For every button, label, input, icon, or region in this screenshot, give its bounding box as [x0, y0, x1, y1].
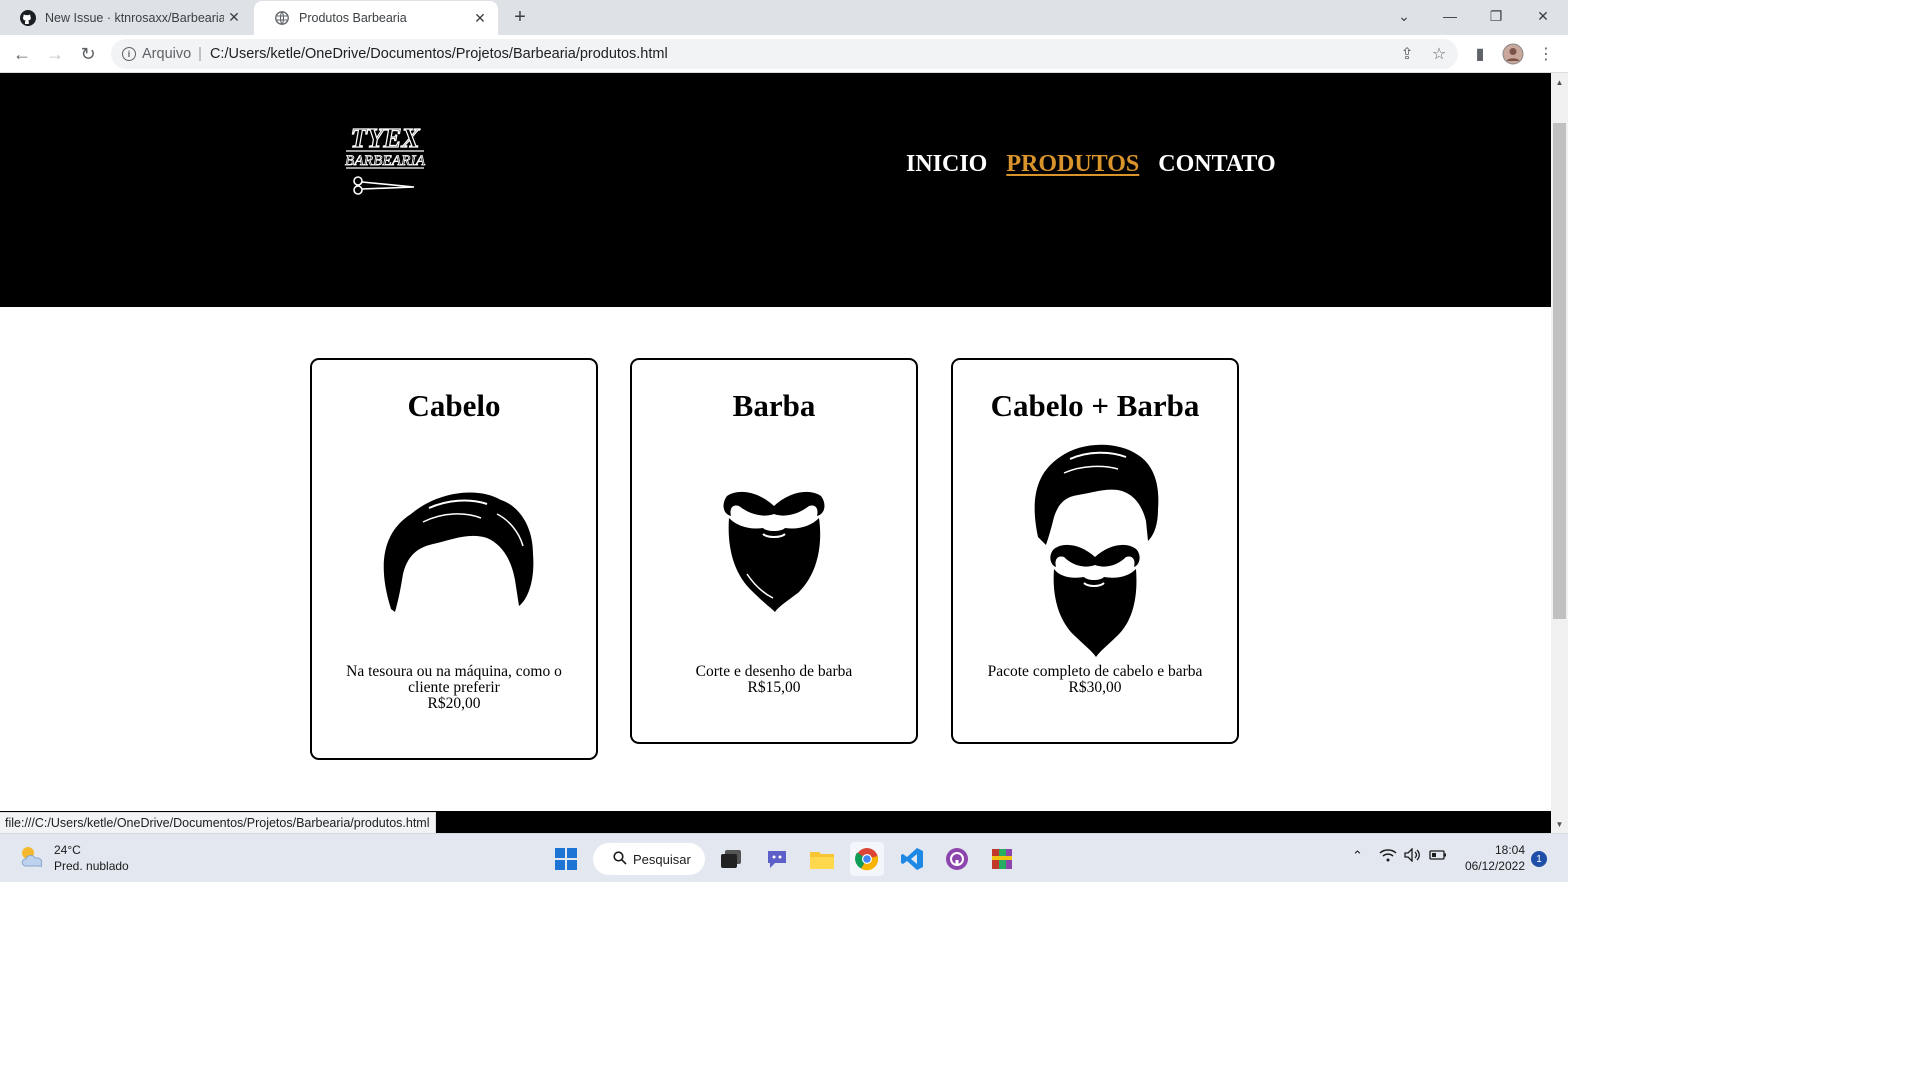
- product-title: Cabelo: [407, 388, 501, 423]
- weather-widget[interactable]: 24°C Pred. nublado: [18, 842, 129, 874]
- status-url: file:///C:/Users/ketle/OneDrive/Document…: [0, 812, 437, 833]
- nav-inicio[interactable]: INICIO: [906, 151, 987, 178]
- wifi-icon[interactable]: [1379, 848, 1397, 865]
- close-icon[interactable]: ✕: [224, 8, 244, 28]
- product-title: Barba: [732, 388, 816, 423]
- github-icon: [20, 9, 36, 26]
- product-description: Na tesoura ou na máquina, como o cliente…: [346, 663, 562, 696]
- taskbar: 24°C Pred. nublado Pesquisar ⌃ 18:04 06/…: [0, 833, 1568, 882]
- logo[interactable]: TYEX BARBEARIA: [340, 122, 430, 197]
- nav-produtos[interactable]: PRODUTOS: [1006, 151, 1139, 178]
- globe-icon: [274, 10, 290, 26]
- hair-and-beard-icon: [953, 424, 1237, 664]
- svg-text:BARBEARIA: BARBEARIA: [345, 153, 426, 169]
- svg-text:TYEX: TYEX: [350, 123, 420, 153]
- menu-icon[interactable]: ⋮: [1532, 40, 1560, 68]
- url-text: C:/Users/ketle/OneDrive/Documentos/Proje…: [209, 46, 668, 62]
- close-window-icon[interactable]: ✕: [1520, 0, 1566, 32]
- volume-icon[interactable]: [1404, 847, 1422, 865]
- chrome-icon[interactable]: [850, 842, 884, 876]
- product-card-cabelo-barba: Cabelo + Barba Pacote completo de cabelo…: [951, 358, 1239, 744]
- scroll-down-icon[interactable]: ▼: [1551, 817, 1568, 831]
- tab-strip: New Issue · ktnrosaxx/Barbearia ✕ Produt…: [0, 0, 1568, 35]
- hair-icon: [312, 424, 596, 664]
- divider: |: [198, 46, 202, 62]
- beard-icon: [632, 424, 916, 664]
- tab-search-icon[interactable]: ⌄: [1381, 0, 1427, 32]
- taskbar-search[interactable]: Pesquisar: [593, 843, 705, 875]
- close-icon[interactable]: ✕: [470, 8, 490, 28]
- forward-icon[interactable]: →: [41, 40, 69, 68]
- nav-contato[interactable]: CONTATO: [1158, 151, 1275, 178]
- tab-title: Produtos Barbearia: [299, 11, 407, 25]
- minimize-icon[interactable]: —: [1427, 0, 1473, 32]
- site-header: TYEX BARBEARIA INICIO PRODUTOS CONTATO: [0, 73, 1551, 307]
- product-price: R$15,00: [747, 679, 801, 696]
- page-viewport: TYEX BARBEARIA INICIO PRODUTOS CONTATO C…: [0, 73, 1551, 833]
- vscode-icon[interactable]: [895, 842, 929, 876]
- info-icon[interactable]: i: [122, 47, 136, 61]
- reload-icon[interactable]: ↻: [74, 40, 102, 68]
- clock-time: 18:04: [1494, 843, 1525, 857]
- scroll-thumb[interactable]: [1553, 123, 1566, 619]
- product-description: Corte e desenho de barba: [695, 663, 853, 680]
- weather-condition: Pred. nublado: [54, 859, 129, 873]
- back-icon[interactable]: ←: [8, 40, 36, 68]
- product-card-cabelo: Cabelo Na tesoura ou na máquina, como o …: [310, 358, 598, 760]
- product-price: R$20,00: [427, 695, 481, 712]
- tab-produtos[interactable]: Produtos Barbearia ✕: [254, 1, 498, 35]
- star-icon[interactable]: ☆: [1425, 40, 1453, 68]
- avatar[interactable]: [1499, 40, 1527, 68]
- share-icon[interactable]: ⇪: [1393, 40, 1421, 68]
- clock-date: 06/12/2022: [1464, 859, 1525, 873]
- browser-toolbar: ← → ↻ i Arquivo | C:/Users/ketle/OneDriv…: [0, 35, 1568, 73]
- search-label: Pesquisar: [633, 851, 691, 867]
- side-panel-icon[interactable]: ▮: [1466, 40, 1494, 68]
- start-icon[interactable]: [549, 842, 583, 876]
- battery-icon[interactable]: [1429, 848, 1447, 865]
- search-icon: [613, 850, 627, 868]
- restore-icon[interactable]: ❐: [1473, 0, 1519, 32]
- product-price: R$30,00: [1068, 679, 1122, 696]
- winrar-icon[interactable]: [985, 842, 1019, 876]
- product-description: Pacote completo de cabelo e barba: [987, 663, 1203, 680]
- scroll-up-icon[interactable]: ▲: [1551, 75, 1568, 89]
- product-card-barba: Barba Corte e desenho de barba R$15,00: [630, 358, 918, 744]
- chevron-up-icon[interactable]: ⌃: [1352, 848, 1363, 864]
- main-nav: INICIO PRODUTOS CONTATO: [906, 151, 1276, 178]
- tab-new-issue[interactable]: New Issue · ktnrosaxx/Barbearia ✕: [0, 0, 252, 35]
- weather-temp: 24°C: [54, 843, 81, 857]
- scheme-chip: Arquivo: [142, 46, 192, 62]
- notification-badge[interactable]: 1: [1531, 851, 1547, 867]
- address-bar[interactable]: i Arquivo | C:/Users/ketle/OneDrive/Docu…: [111, 39, 1458, 69]
- task-view-icon[interactable]: [714, 842, 748, 876]
- chat-icon[interactable]: [760, 842, 794, 876]
- github-desktop-icon[interactable]: [940, 842, 974, 876]
- system-clock[interactable]: 18:04 06/12/2022: [1455, 842, 1525, 874]
- tab-title: New Issue · ktnrosaxx/Barbearia: [45, 10, 224, 25]
- new-tab-button[interactable]: +: [508, 5, 532, 29]
- page-scrollbar[interactable]: ▲ ▼: [1551, 73, 1568, 833]
- cloud-sun-icon: [18, 844, 46, 873]
- file-explorer-icon[interactable]: [805, 842, 839, 876]
- product-title: Cabelo + Barba: [990, 388, 1200, 423]
